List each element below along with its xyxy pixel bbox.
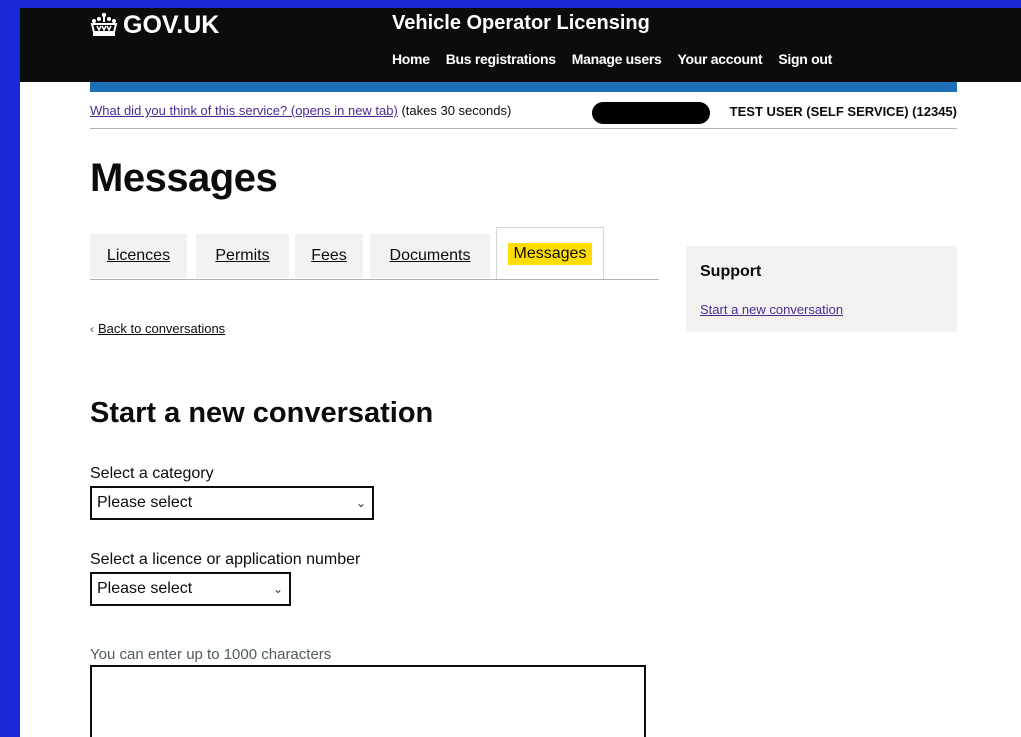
logo-text: GOV.UK bbox=[123, 10, 220, 39]
page-title: Messages bbox=[90, 156, 278, 200]
site-header: GOV.UK Vehicle Operator Licensing Home B… bbox=[20, 8, 1021, 82]
feedback-duration: (takes 30 seconds) bbox=[401, 103, 512, 118]
chevron-down-icon: ⌄ bbox=[355, 496, 366, 510]
category-select[interactable]: Please select ⌄ bbox=[90, 486, 374, 520]
tab-list: Licences Permits Fees Documents Messages bbox=[90, 227, 659, 280]
page: GOV.UK Vehicle Operator Licensing Home B… bbox=[20, 8, 1021, 737]
licence-select[interactable]: Please select ⌄ bbox=[90, 572, 291, 606]
tab-messages[interactable]: Messages bbox=[496, 227, 604, 279]
nav-your-account[interactable]: Your account bbox=[678, 51, 763, 67]
nav-home[interactable]: Home bbox=[392, 51, 430, 67]
header-accent-bar bbox=[90, 82, 957, 92]
tab-permits[interactable]: Permits bbox=[196, 234, 289, 278]
tab-messages-label: Messages bbox=[507, 242, 593, 265]
chevron-down-icon: ⌄ bbox=[272, 582, 283, 596]
feedback-text: What did you think of this service? (ope… bbox=[90, 103, 511, 118]
support-panel: Support Start a new conversation bbox=[686, 246, 957, 332]
back-link-row: ‹ Back to conversations bbox=[90, 321, 225, 336]
redacted-name bbox=[592, 102, 710, 124]
form-heading: Start a new conversation bbox=[90, 397, 434, 429]
crown-icon bbox=[90, 12, 118, 36]
licence-select-value: Please select bbox=[97, 580, 193, 597]
feedback-link[interactable]: What did you think of this service? (ope… bbox=[90, 103, 398, 118]
nav-bus-registrations[interactable]: Bus registrations bbox=[446, 51, 556, 67]
user-label: TEST USER (SELF SERVICE) (12345) bbox=[729, 104, 957, 119]
service-name[interactable]: Vehicle Operator Licensing bbox=[392, 12, 650, 35]
support-title: Support bbox=[700, 263, 762, 280]
govuk-logo[interactable]: GOV.UK bbox=[89, 10, 219, 40]
licence-label: Select a licence or application number bbox=[90, 551, 361, 568]
tab-fees[interactable]: Fees bbox=[295, 234, 363, 278]
header-nav: Home Bus registrations Manage users Your… bbox=[392, 51, 832, 67]
message-textarea[interactable] bbox=[90, 665, 646, 737]
tab-documents[interactable]: Documents bbox=[370, 234, 490, 278]
back-to-conversations-link[interactable]: Back to conversations bbox=[98, 321, 225, 336]
chevron-left-icon: ‹ bbox=[90, 321, 94, 336]
nav-sign-out[interactable]: Sign out bbox=[778, 51, 832, 67]
category-select-value: Please select bbox=[97, 494, 193, 511]
nav-manage-users[interactable]: Manage users bbox=[572, 51, 662, 67]
phase-banner: What did you think of this service? (ope… bbox=[90, 102, 957, 129]
message-hint: You can enter up to 1000 characters bbox=[90, 646, 332, 663]
category-label: Select a category bbox=[90, 465, 214, 482]
tab-licences[interactable]: Licences bbox=[90, 234, 187, 278]
support-new-conversation-link[interactable]: Start a new conversation bbox=[700, 302, 843, 317]
